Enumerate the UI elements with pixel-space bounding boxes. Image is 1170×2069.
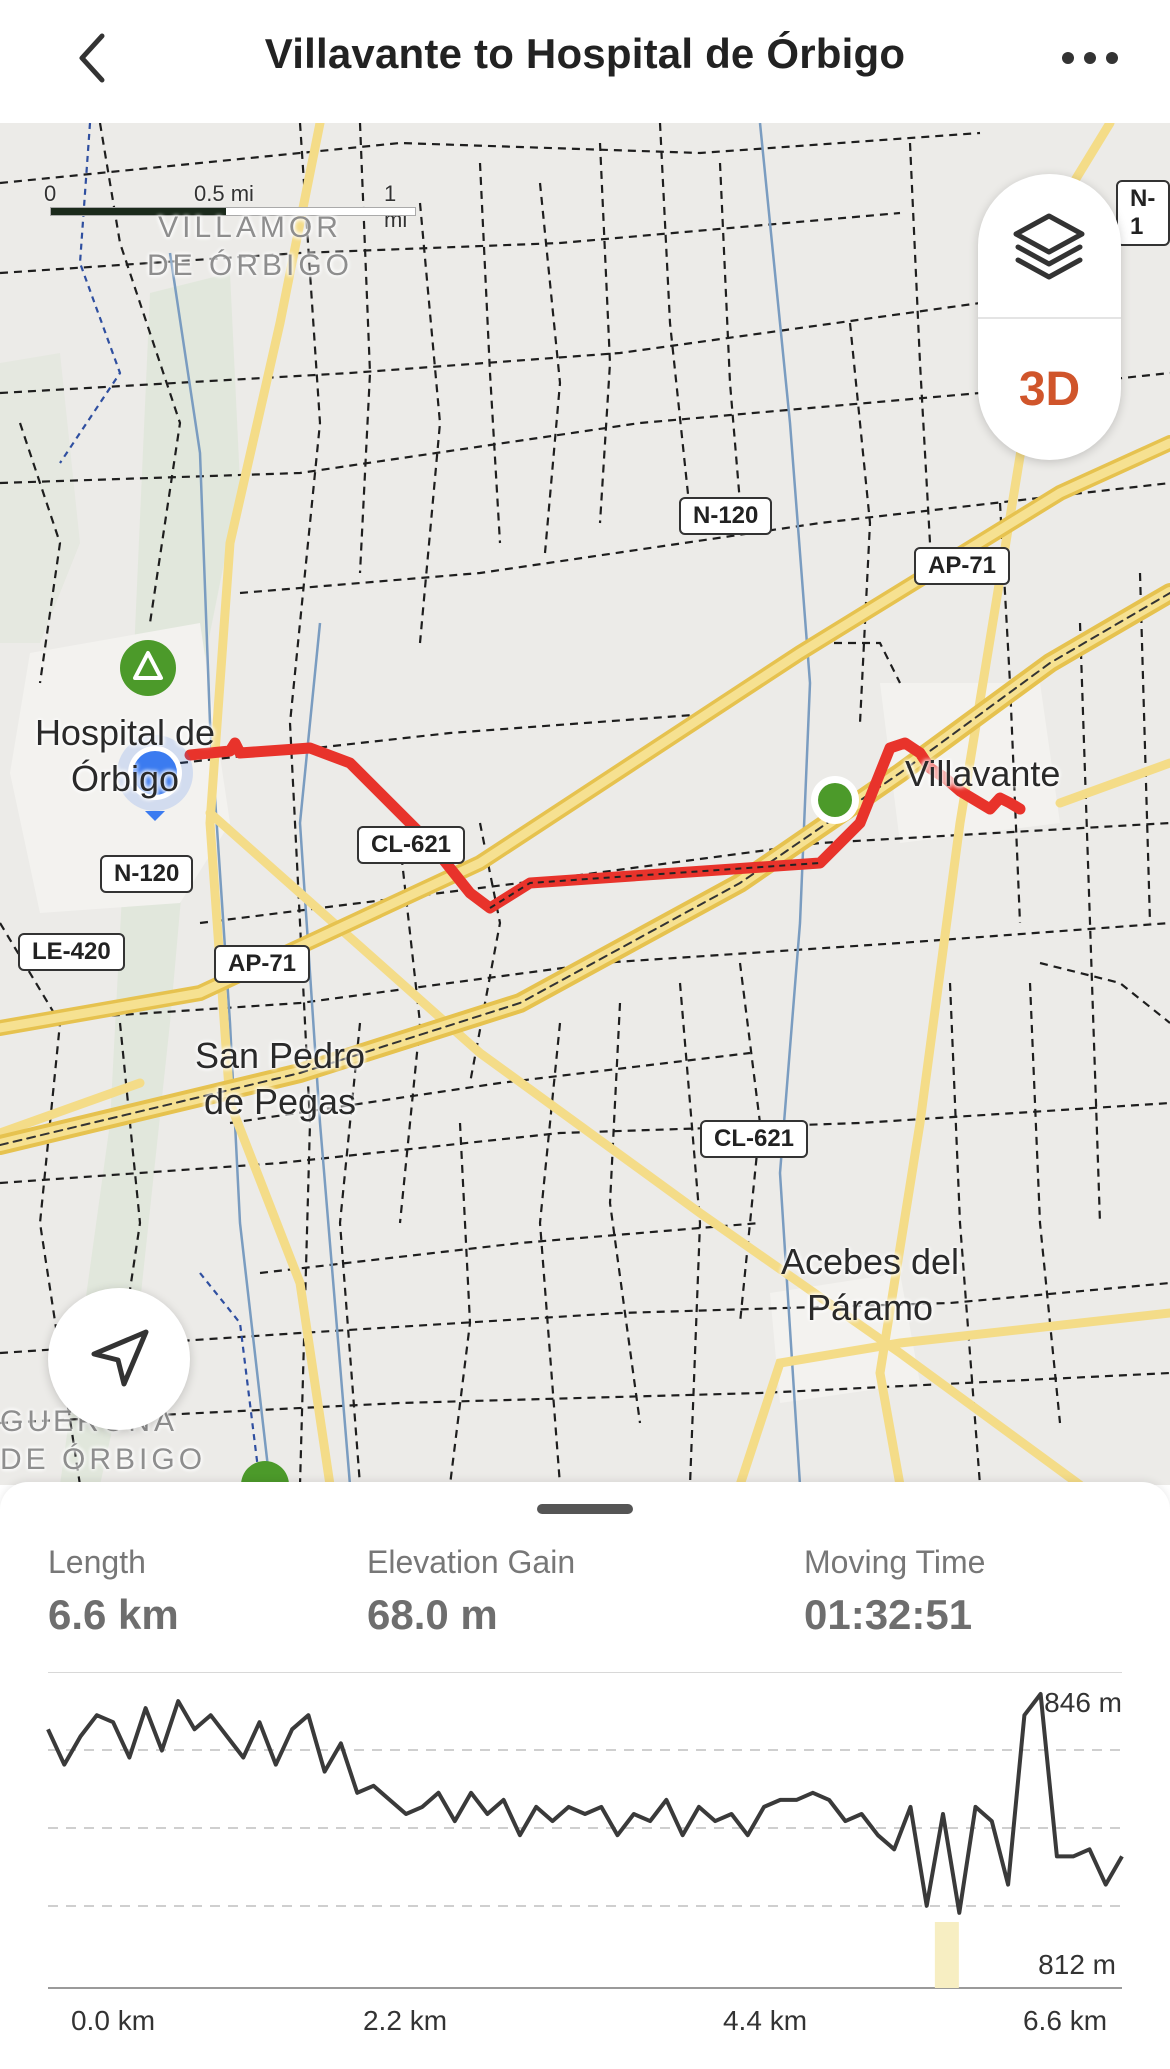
road-shield-ap71-right: AP-71 xyxy=(914,547,1011,585)
stats-sheet: Length 6.6 km Elevation Gain 68.0 m Movi… xyxy=(0,1482,1170,2069)
header: Villavante to Hospital de Órbigo xyxy=(0,0,1170,123)
page-title: Villavante to Hospital de Órbigo xyxy=(264,30,906,77)
elevation-chart[interactable]: 846 m 812 m 0.0 km 2.2 km 4.4 km 6.6 km xyxy=(0,1672,1170,2069)
chevron-left-icon xyxy=(79,33,105,83)
place-label-san-pedro: San Pedro de Pegas xyxy=(194,1035,366,1122)
stat-elevation-gain-value: 68.0 m xyxy=(367,1591,498,1638)
navigation-arrow-icon xyxy=(91,1329,149,1387)
road-shield-le420: LE-420 xyxy=(18,933,125,971)
road-shield-cl621-mid: CL-621 xyxy=(357,826,466,864)
trailhead-icon[interactable] xyxy=(120,640,176,696)
place-label-villamor: VILLAMOR DE ÓRBIGO xyxy=(146,211,354,282)
map-view[interactable]: 0 0.5 mi 1 mi VILLAMOR DE ÓRBIGO Hospita… xyxy=(0,123,1170,1485)
road-shield-n1: N-1 xyxy=(1116,180,1170,246)
stat-moving-time: Moving Time 01:32:51 xyxy=(804,1544,985,1639)
chart-x-tick-label: 4.4 km xyxy=(723,2005,807,2036)
stat-elevation-gain: Elevation Gain 68.0 m xyxy=(367,1544,575,1639)
more-options-button[interactable] xyxy=(1050,40,1130,76)
chart-highlight-band xyxy=(934,1922,959,1988)
3d-toggle-button[interactable]: 3D xyxy=(978,319,1121,460)
layers-button[interactable] xyxy=(978,174,1121,317)
elevation-chart-svg: 846 m 812 m 0.0 km 2.2 km 4.4 km 6.6 km xyxy=(46,1672,1124,2036)
place-label-villavante: Villavante xyxy=(905,753,1061,794)
route-start-marker[interactable] xyxy=(811,776,859,824)
back-button[interactable] xyxy=(64,28,124,88)
chart-min-label: 812 m xyxy=(1038,1949,1116,1980)
map-layer-controls: 3D xyxy=(978,174,1121,460)
scale-label-0: 0 xyxy=(44,181,57,206)
more-horizontal-icon xyxy=(1062,52,1118,64)
chart-x-tick-label: 6.6 km xyxy=(1023,2005,1107,2036)
locate-me-button[interactable] xyxy=(48,1288,190,1430)
stat-length-value: 6.6 km xyxy=(48,1591,179,1638)
stat-length: Length 6.6 km xyxy=(48,1544,179,1639)
chart-x-tick-label: 0.0 km xyxy=(71,2005,155,2036)
stat-elevation-gain-label: Elevation Gain xyxy=(367,1544,576,1580)
scale-label-half-mile: 0.5 mi xyxy=(194,181,254,206)
river xyxy=(168,123,812,1485)
road-shield-cl621-low: CL-621 xyxy=(700,1120,809,1158)
road-shield-n120: N-120 xyxy=(679,497,773,535)
chart-max-label: 846 m xyxy=(1044,1687,1122,1718)
elevation-line xyxy=(46,1692,1124,1915)
chart-x-tick-label: 2.2 km xyxy=(363,2005,447,2036)
stat-length-label: Length xyxy=(48,1544,146,1580)
sheet-drag-handle[interactable] xyxy=(537,1504,633,1514)
stat-moving-time-value: 01:32:51 xyxy=(804,1591,973,1638)
place-label-hospital: Hospital de Órbigo xyxy=(34,712,216,799)
layers-icon xyxy=(1013,213,1085,280)
place-label-acebes: Acebes del Páramo xyxy=(780,1241,960,1328)
stat-moving-time-label: Moving Time xyxy=(804,1544,986,1580)
road-shield-n120-left: N-120 xyxy=(100,855,194,893)
road-shield-ap71-left: AP-71 xyxy=(214,945,311,983)
